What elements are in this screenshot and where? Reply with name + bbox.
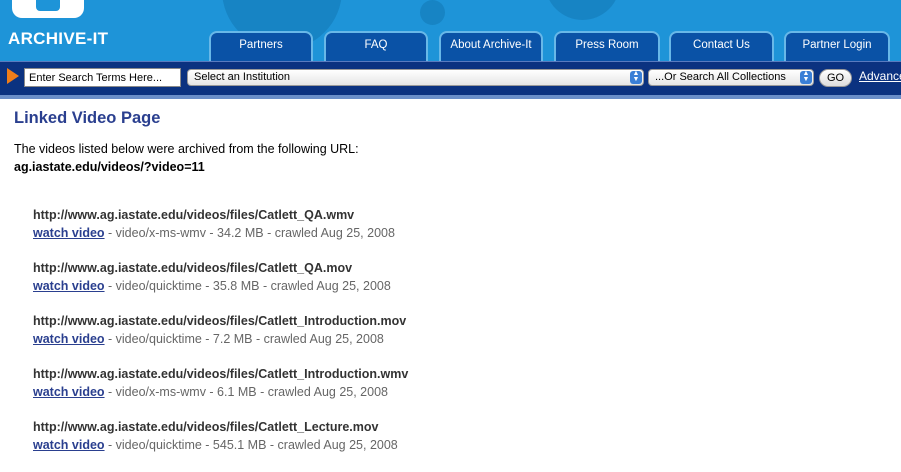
nav-tab-about[interactable]: About Archive-It: [439, 31, 543, 61]
intro-text: The videos listed below were archived fr…: [14, 142, 359, 156]
decorative-circle: [420, 0, 445, 25]
video-url: http://www.ag.iastate.edu/videos/files/C…: [33, 367, 409, 381]
archive-logo-icon[interactable]: [12, 0, 84, 18]
video-url: http://www.ag.iastate.edu/videos/files/C…: [33, 208, 355, 222]
video-meta: watch video - video/quicktime - 545.1 MB…: [33, 437, 408, 453]
search-bar: Select an Institution ▲▼ ...Or Search Al…: [0, 61, 901, 95]
nav-tab-contact[interactable]: Contact Us: [669, 31, 774, 61]
header-divider: [0, 95, 901, 99]
video-details: - video/quicktime - 7.2 MB - crawled Aug…: [104, 332, 384, 346]
video-item: http://www.ag.iastate.edu/videos/files/C…: [33, 207, 408, 260]
advanced-search-link[interactable]: Advanced: [859, 69, 901, 83]
source-url: ag.iastate.edu/videos/?video=11: [14, 160, 205, 174]
video-details: - video/x-ms-wmv - 34.2 MB - crawled Aug…: [104, 226, 395, 240]
video-url: http://www.ag.iastate.edu/videos/files/C…: [33, 420, 379, 434]
arrow-right-icon: [7, 68, 19, 84]
video-item: http://www.ag.iastate.edu/videos/files/C…: [33, 366, 408, 419]
video-list: http://www.ag.iastate.edu/videos/files/C…: [33, 207, 408, 472]
video-meta: watch video - video/x-ms-wmv - 34.2 MB -…: [33, 225, 408, 241]
collections-select-label: ...Or Search All Collections: [655, 71, 786, 83]
video-url: http://www.ag.iastate.edu/videos/files/C…: [33, 261, 353, 275]
watch-video-link[interactable]: watch video: [33, 279, 105, 293]
video-item: http://www.ag.iastate.edu/videos/files/C…: [33, 313, 408, 366]
video-item: http://www.ag.iastate.edu/videos/files/C…: [33, 260, 408, 313]
decorative-circle: [545, 0, 620, 20]
video-details: - video/x-ms-wmv - 6.1 MB - crawled Aug …: [104, 385, 388, 399]
watch-video-link[interactable]: watch video: [33, 385, 105, 399]
video-meta: watch video - video/quicktime - 7.2 MB -…: [33, 331, 408, 347]
search-input[interactable]: [24, 68, 181, 87]
watch-video-link[interactable]: watch video: [33, 226, 105, 240]
video-details: - video/quicktime - 35.8 MB - crawled Au…: [104, 279, 391, 293]
nav-tab-partner-login[interactable]: Partner Login: [784, 31, 890, 61]
site-header: ARCHIVE-IT Partners FAQ About Archive-It…: [0, 0, 901, 61]
watch-video-link[interactable]: watch video: [33, 332, 105, 346]
select-arrows-icon: ▲ ▼: [800, 70, 812, 84]
page-title: Linked Video Page: [14, 109, 161, 127]
go-button[interactable]: GO: [819, 69, 852, 87]
nav-tab-press-room[interactable]: Press Room: [554, 31, 660, 61]
video-meta: watch video - video/quicktime - 35.8 MB …: [33, 278, 408, 294]
nav-tab-partners[interactable]: Partners: [209, 31, 313, 61]
video-url: http://www.ag.iastate.edu/videos/files/C…: [33, 314, 407, 328]
institution-select-label: Select an Institution: [194, 71, 291, 83]
nav-tab-faq[interactable]: FAQ: [324, 31, 428, 61]
video-item: http://www.ag.iastate.edu/videos/files/C…: [33, 419, 408, 472]
watch-video-link[interactable]: watch video: [33, 438, 105, 452]
video-details: - video/quicktime - 545.1 MB - crawled A…: [104, 438, 398, 452]
select-arrows-icon: ▲ ▼: [630, 70, 642, 84]
video-meta: watch video - video/x-ms-wmv - 6.1 MB - …: [33, 384, 408, 400]
institution-select[interactable]: Select an Institution ▲ ▼: [187, 69, 644, 86]
site-logo-text[interactable]: ARCHIVE-IT: [8, 29, 108, 49]
collections-select[interactable]: ...Or Search All Collections ▲ ▼: [648, 69, 814, 86]
